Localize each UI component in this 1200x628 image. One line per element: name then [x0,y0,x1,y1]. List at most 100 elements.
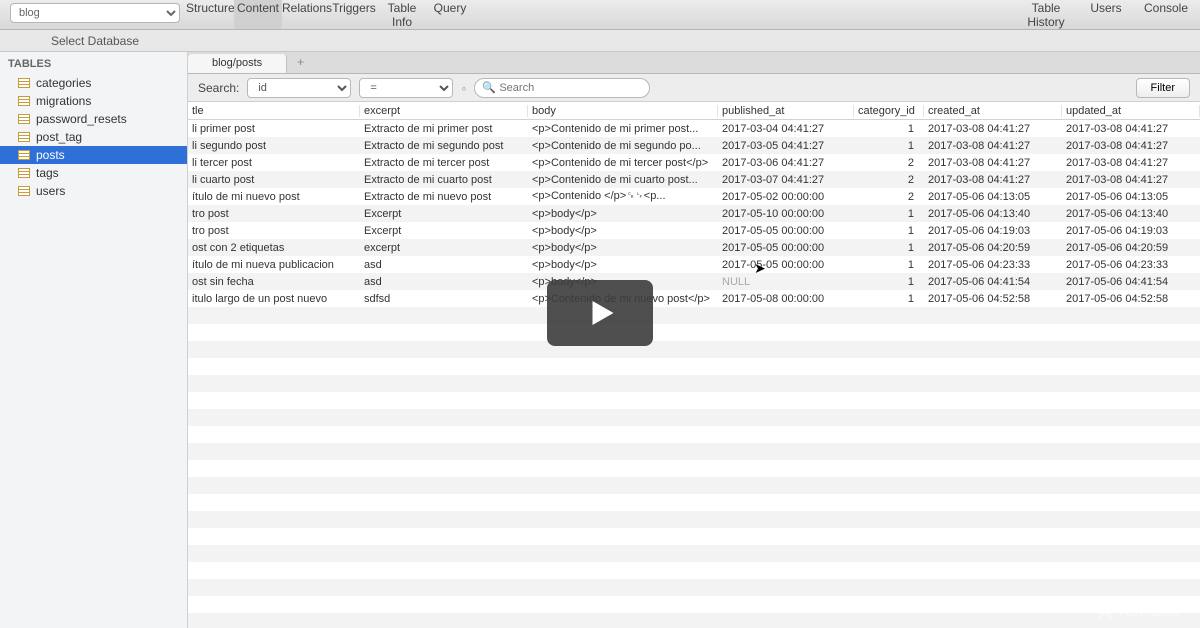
col-body[interactable]: body [528,105,718,117]
cell-created-at[interactable]: 2017-03-08 04:41:27 [924,140,1062,152]
cell-published-at[interactable]: 2017-05-05 00:00:00 [718,225,854,237]
cell-title[interactable]: ítulo de mi nueva publicacion [188,259,360,271]
cell-published-at[interactable]: 2017-05-05 00:00:00 [718,242,854,254]
cell-published-at[interactable]: 2017-05-02 00:00:00 [718,191,854,203]
search-options-icon[interactable]: ◦ [461,80,466,96]
cell-published-at[interactable]: NULL [718,276,854,288]
cell-excerpt[interactable]: asd [360,259,528,271]
table-row[interactable]: li segundo postExtracto de mi segundo po… [188,137,1200,154]
table-row[interactable]: tro postExcerpt<p>body</p>2017-05-05 00:… [188,222,1200,239]
cell-category-id[interactable]: 1 [854,140,924,152]
cell-category-id[interactable]: 1 [854,225,924,237]
cell-updated-at[interactable]: 2017-05-06 04:41:54 [1062,276,1200,288]
sidebar-item-migrations[interactable]: migrations [0,92,187,110]
cell-excerpt[interactable]: Extracto de mi primer post [360,123,528,135]
cell-updated-at[interactable]: 2017-03-08 04:41:27 [1062,157,1200,169]
content-tab[interactable]: Content [234,0,282,29]
cell-title[interactable]: ost con 2 etiquetas [188,242,360,254]
search-input[interactable] [474,78,650,98]
cell-title[interactable]: tro post [188,225,360,237]
table-info-tab[interactable]: i Table Info [378,0,426,29]
cell-title[interactable]: li tercer post [188,157,360,169]
cell-created-at[interactable]: 2017-05-06 04:23:33 [924,259,1062,271]
cell-excerpt[interactable]: Extracto de mi cuarto post [360,174,528,186]
play-button-overlay[interactable] [547,280,653,346]
col-created-at[interactable]: created_at [924,105,1062,117]
cell-title[interactable]: li segundo post [188,140,360,152]
cell-category-id[interactable]: 2 [854,157,924,169]
cell-body[interactable]: <p>body</p> [528,208,718,220]
cell-category-id[interactable]: 1 [854,293,924,305]
cell-category-id[interactable]: 1 [854,123,924,135]
cell-title[interactable]: ost sin fecha [188,276,360,288]
cell-excerpt[interactable]: Extracto de mi tercer post [360,157,528,169]
cell-created-at[interactable]: 2017-05-06 04:13:05 [924,191,1062,203]
cell-created-at[interactable]: 2017-05-06 04:20:59 [924,242,1062,254]
structure-tab[interactable]: Structure [186,0,234,29]
col-excerpt[interactable]: excerpt [360,105,528,117]
col-title[interactable]: tle [188,105,360,117]
sidebar-item-tags[interactable]: tags [0,164,187,182]
cell-excerpt[interactable]: Excerpt [360,225,528,237]
cell-created-at[interactable]: 2017-03-08 04:41:27 [924,157,1062,169]
cell-category-id[interactable]: 2 [854,174,924,186]
triggers-tab[interactable]: Triggers [330,0,378,29]
cell-category-id[interactable]: 1 [854,259,924,271]
cell-body[interactable]: <p>Contenido </p>␍␊<p... [528,190,718,203]
table-row[interactable]: itulo largo de un post nuevosdfsd<p>Cont… [188,290,1200,307]
sidebar-item-categories[interactable]: categories [0,74,187,92]
cell-category-id[interactable]: 1 [854,276,924,288]
cell-excerpt[interactable]: Excerpt [360,208,528,220]
console-tab[interactable]: le cff Console [1136,0,1196,29]
table-row[interactable]: ost con 2 etiquetasexcerpt<p>body</p>201… [188,239,1200,256]
cell-published-at[interactable]: 2017-03-05 04:41:27 [718,140,854,152]
cell-updated-at[interactable]: 2017-03-08 04:41:27 [1062,174,1200,186]
cell-updated-at[interactable]: 2017-05-06 04:13:40 [1062,208,1200,220]
cell-title[interactable]: ítulo de mi nuevo post [188,191,360,203]
cell-published-at[interactable]: 2017-05-10 00:00:00 [718,208,854,220]
table-row[interactable]: ítulo de mi nueva publicacionasd<p>body<… [188,256,1200,273]
cell-updated-at[interactable]: 2017-03-08 04:41:27 [1062,140,1200,152]
cell-published-at[interactable]: 2017-03-06 04:41:27 [718,157,854,169]
cell-excerpt[interactable]: Extracto de mi segundo post [360,140,528,152]
cell-category-id[interactable]: 1 [854,208,924,220]
cell-created-at[interactable]: 2017-05-06 04:52:58 [924,293,1062,305]
database-select[interactable]: blog [10,3,180,23]
cell-published-at[interactable]: 2017-05-05 00:00:00 [718,259,854,271]
table-row[interactable]: tro postExcerpt<p>body</p>2017-05-10 00:… [188,205,1200,222]
users-tab[interactable]: Users [1076,0,1136,29]
cell-published-at[interactable]: 2017-05-08 00:00:00 [718,293,854,305]
cell-excerpt[interactable]: Extracto de mi nuevo post [360,191,528,203]
cell-title[interactable]: itulo largo de un post nuevo [188,293,360,305]
cell-excerpt[interactable]: sdfsd [360,293,528,305]
sidebar-item-users[interactable]: users [0,182,187,200]
cell-title[interactable]: li cuarto post [188,174,360,186]
sidebar-item-posts[interactable]: posts [0,146,187,164]
search-field-select[interactable]: id [247,78,351,98]
table-row[interactable]: ost sin fechaasd<p>body</p>NULL12017-05-… [188,273,1200,290]
cell-created-at[interactable]: 2017-05-06 04:19:03 [924,225,1062,237]
cell-body[interactable]: <p>Contenido de mi cuarto post... [528,174,718,186]
cell-published-at[interactable]: 2017-03-04 04:41:27 [718,123,854,135]
table-history-tab[interactable]: Table History [1016,0,1076,29]
cell-created-at[interactable]: 2017-03-08 04:41:27 [924,123,1062,135]
cell-excerpt[interactable]: excerpt [360,242,528,254]
col-category-id[interactable]: category_id [854,105,924,117]
cell-body[interactable]: <p>body</p> [528,225,718,237]
table-row[interactable]: li primer postExtracto de mi primer post… [188,120,1200,137]
table-row[interactable]: ítulo de mi nuevo postExtracto de mi nue… [188,188,1200,205]
table-row[interactable]: li cuarto postExtracto de mi cuarto post… [188,171,1200,188]
current-tab[interactable]: blog/posts [188,54,287,73]
cell-created-at[interactable]: 2017-03-08 04:41:27 [924,174,1062,186]
cell-updated-at[interactable]: 2017-03-08 04:41:27 [1062,123,1200,135]
cell-body[interactable]: <p>Contenido de mi primer post... [528,123,718,135]
col-updated-at[interactable]: updated_at [1062,105,1200,117]
search-op-select[interactable]: = [359,78,453,98]
cell-category-id[interactable]: 1 [854,242,924,254]
col-published-at[interactable]: published_at [718,105,854,117]
cell-body[interactable]: <p>body</p> [528,259,718,271]
cell-created-at[interactable]: 2017-05-06 04:13:40 [924,208,1062,220]
cell-title[interactable]: li primer post [188,123,360,135]
cell-title[interactable]: tro post [188,208,360,220]
cell-body[interactable]: <p>body</p> [528,242,718,254]
